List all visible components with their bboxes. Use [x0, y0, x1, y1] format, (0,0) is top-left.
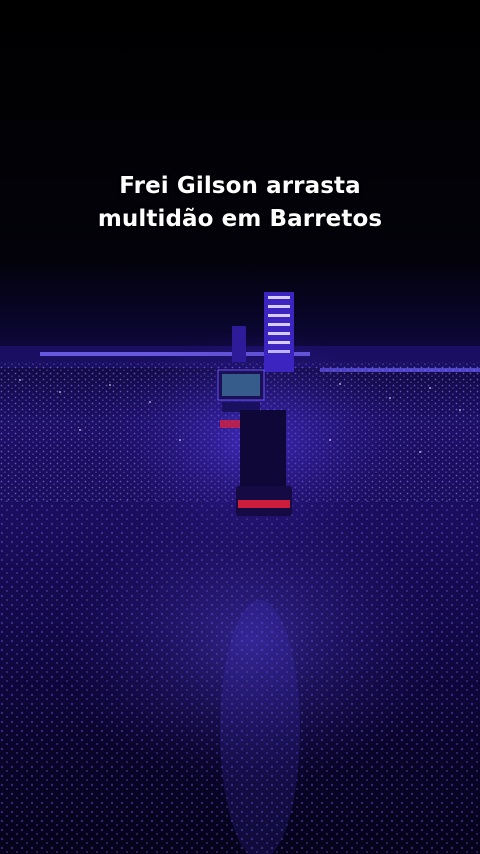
central-stage [236, 410, 292, 516]
concert-crowd-photo [0, 292, 480, 854]
caption-line-2: multidão em Barretos [97, 206, 383, 232]
light-tower [264, 292, 294, 372]
video-frame[interactable]: Frei Gilson arrasta multidão em Barretos [0, 0, 480, 854]
video-caption: Frei Gilson arrasta multidão em Barretos [0, 170, 480, 236]
caption-line-1: Frei Gilson arrasta [119, 173, 361, 199]
